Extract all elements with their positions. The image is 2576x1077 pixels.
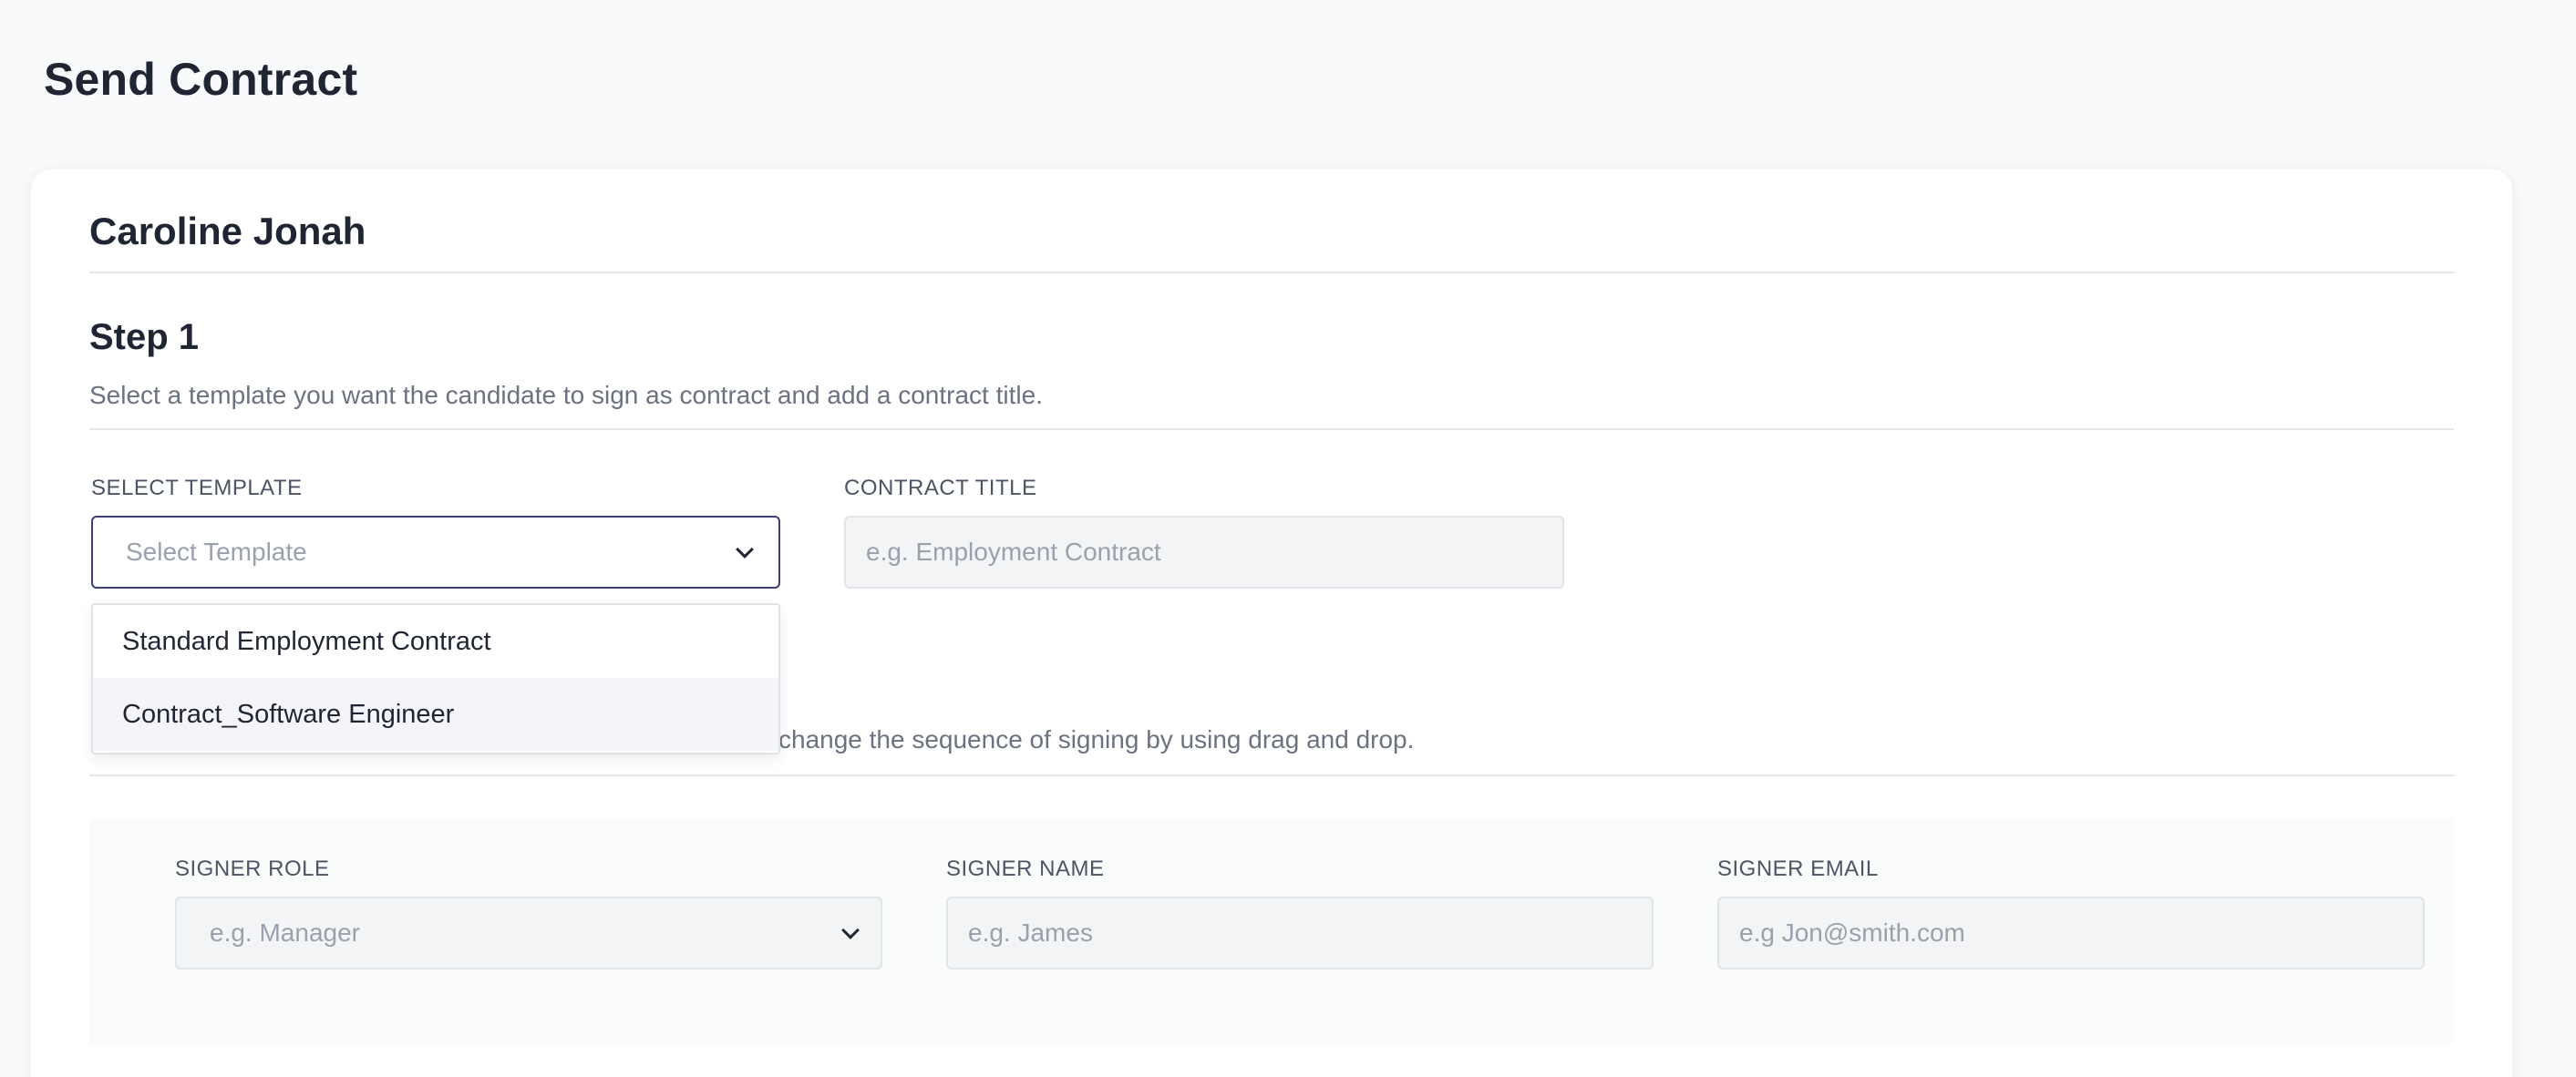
signer-role-label: SIGNER ROLE bbox=[175, 856, 330, 881]
signer-name-input[interactable]: e.g. James bbox=[946, 897, 1654, 969]
chevron-down-icon bbox=[841, 921, 860, 939]
select-template-dropdown[interactable]: Select Template bbox=[91, 516, 780, 589]
step2-description: change the sequence of signing by using … bbox=[778, 725, 1415, 754]
contract-card: Caroline Jonah Step 1 Select a template … bbox=[31, 169, 2512, 1077]
divider bbox=[89, 428, 2454, 430]
candidate-name: Caroline Jonah bbox=[89, 210, 366, 252]
contract-title-placeholder: e.g. Employment Contract bbox=[866, 538, 1161, 566]
template-option-software-engineer[interactable]: Contract_Software Engineer bbox=[93, 678, 778, 751]
template-options-menu: Standard Employment Contract Contract_So… bbox=[91, 603, 780, 754]
contract-title-input[interactable]: e.g. Employment Contract bbox=[844, 516, 1564, 589]
chevron-down-icon bbox=[736, 540, 754, 559]
select-template-label: SELECT TEMPLATE bbox=[91, 476, 303, 500]
signer-name-label: SIGNER NAME bbox=[946, 856, 1105, 881]
signer-role-placeholder: e.g. Manager bbox=[210, 918, 360, 947]
divider bbox=[89, 272, 2454, 273]
signer-name-placeholder: e.g. James bbox=[968, 918, 1093, 947]
divider bbox=[89, 774, 2454, 776]
signer-panel: SIGNER ROLE e.g. Manager SIGNER NAME e.g… bbox=[89, 818, 2454, 1046]
select-template-placeholder: Select Template bbox=[126, 538, 307, 566]
step1-description: Select a template you want the candidate… bbox=[89, 381, 1043, 409]
page-title: Send Contract bbox=[44, 54, 358, 105]
signer-email-input[interactable]: e.g Jon@smith.com bbox=[1717, 897, 2425, 969]
signer-role-select[interactable]: e.g. Manager bbox=[175, 897, 882, 969]
signer-email-placeholder: e.g Jon@smith.com bbox=[1739, 918, 1965, 947]
template-option-standard-employment[interactable]: Standard Employment Contract bbox=[93, 605, 778, 678]
signer-email-label: SIGNER EMAIL bbox=[1717, 856, 1879, 881]
step1-title: Step 1 bbox=[89, 317, 200, 357]
contract-title-label: CONTRACT TITLE bbox=[844, 476, 1037, 500]
